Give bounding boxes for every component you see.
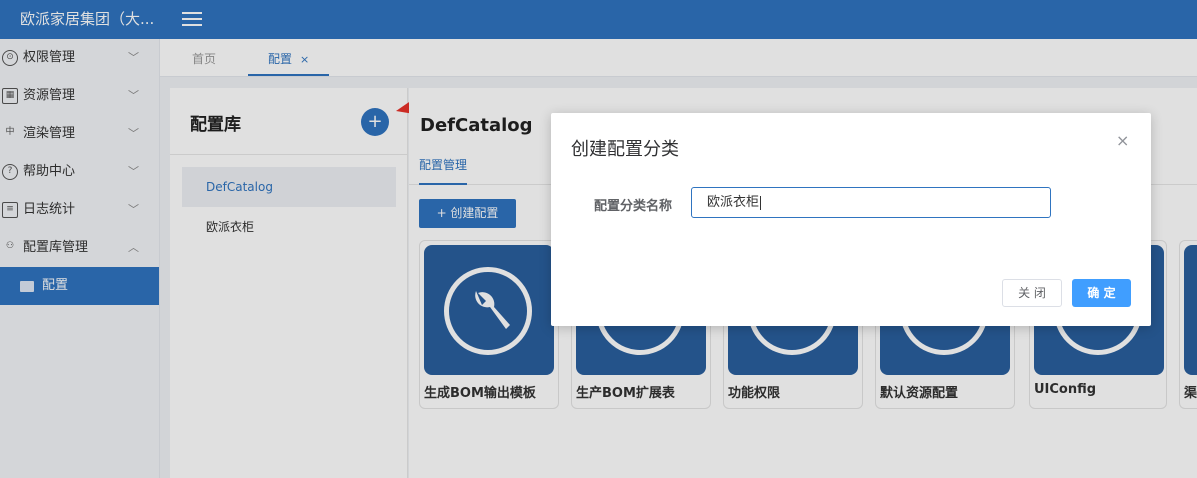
close-button[interactable]: 关 闭 bbox=[1002, 279, 1062, 307]
input-value: 欧派衣柜 bbox=[707, 195, 760, 210]
create-category-dialog: 创建配置分类 × 配置分类名称 欧派衣柜 关 闭 确 定 bbox=[551, 113, 1151, 326]
confirm-button[interactable]: 确 定 bbox=[1072, 279, 1131, 307]
close-icon[interactable]: × bbox=[1116, 131, 1129, 150]
dialog-title: 创建配置分类 bbox=[571, 139, 679, 160]
text-caret bbox=[760, 195, 762, 210]
category-name-input[interactable]: 欧派衣柜 bbox=[691, 187, 1051, 218]
category-name-label: 配置分类名称 bbox=[594, 199, 673, 214]
